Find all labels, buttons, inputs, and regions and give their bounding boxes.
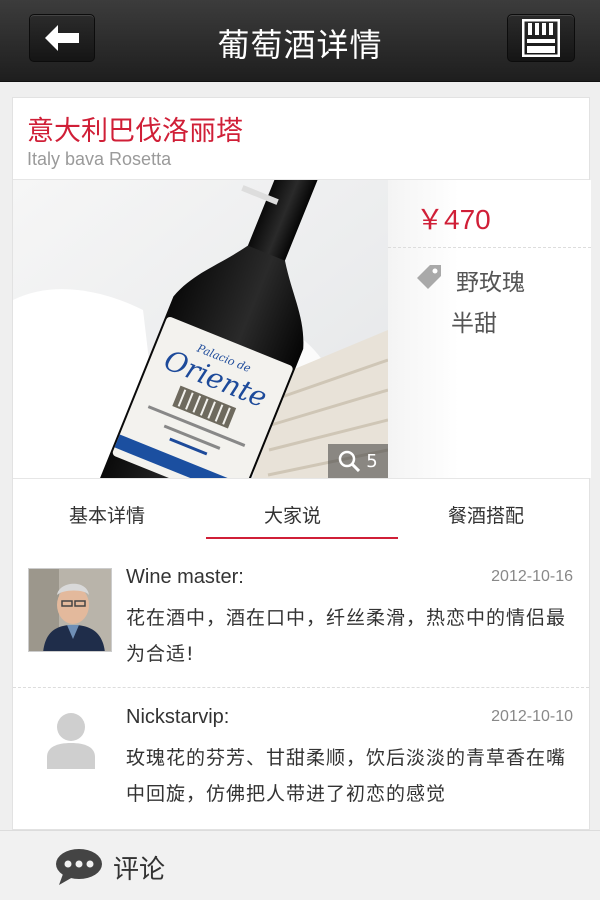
- active-tab-indicator: [206, 537, 398, 539]
- speech-bubble-icon: [56, 849, 102, 885]
- comment-button[interactable]: 评论: [55, 848, 165, 886]
- comment-date: 2012-10-16: [491, 568, 573, 585]
- attribute-sweetness: 半甜: [451, 311, 497, 337]
- comment-divider: [13, 687, 589, 688]
- attribute-aroma: 野玫瑰: [456, 270, 525, 296]
- comment-text: 玫瑰花的芬芳、甘甜柔顺，饮后淡淡的青草香在嘴中回旋，仿佛把人带进了初恋的感觉: [126, 747, 567, 805]
- default-avatar-icon: [47, 713, 95, 769]
- dashed-divider: [388, 247, 591, 248]
- tab-food-pairing[interactable]: 餐酒搭配: [448, 501, 524, 528]
- image-count: 5: [366, 450, 378, 472]
- grid-menu-icon: [522, 19, 560, 57]
- bottom-bar: 评论: [0, 830, 600, 900]
- comment-author: Nickstarvip:: [126, 706, 230, 728]
- price: ￥470: [416, 204, 491, 235]
- comment-date: 2012-10-10: [491, 708, 573, 725]
- comment-label: 评论: [113, 854, 166, 885]
- wine-bottle-image: Oriente Palacio de: [13, 180, 388, 478]
- comment-text: 花在酒中，酒在口中，纤丝柔滑，热恋中的情侣最为合适!: [126, 607, 567, 665]
- wine-name-en: Italy bava Rosetta: [27, 149, 172, 169]
- user-photo-icon: [29, 569, 111, 651]
- comment-author: Wine master:: [126, 566, 244, 588]
- avatar: [28, 568, 112, 652]
- tag-icon: [417, 265, 441, 289]
- header-bar: 葡萄酒详情: [0, 0, 600, 82]
- wine-detail-card: 意大利巴伐洛丽塔 Italy bava Rosetta Oriente Pala…: [12, 97, 591, 830]
- detail-tabs: 基本详情 大家说 餐酒搭配: [13, 479, 591, 539]
- magnifier-icon: [339, 450, 361, 472]
- wine-info-panel: ￥470 野玫瑰 半甜: [388, 180, 591, 478]
- menu-button[interactable]: [507, 14, 575, 62]
- wine-name-cn: 意大利巴伐洛丽塔: [27, 116, 243, 147]
- tab-basic-details[interactable]: 基本详情: [69, 501, 145, 528]
- wine-photo[interactable]: Oriente Palacio de 5: [13, 180, 388, 478]
- zoom-gallery-button[interactable]: 5: [328, 444, 388, 478]
- tab-reviews[interactable]: 大家说: [264, 501, 321, 528]
